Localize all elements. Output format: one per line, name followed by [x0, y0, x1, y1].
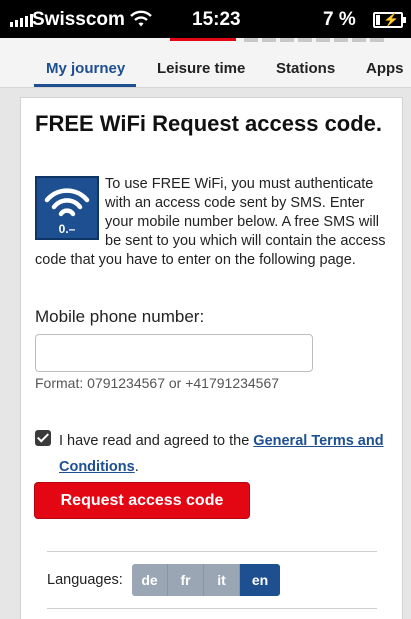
carrier-name: Swisscom [32, 9, 125, 30]
terms-checkbox[interactable] [35, 430, 51, 446]
lang-de-button[interactable]: de [132, 564, 168, 596]
nav-stations[interactable]: Stations [276, 60, 335, 77]
sbb-logo [170, 38, 236, 41]
signal-strength-icon [10, 13, 33, 27]
divider-top [47, 551, 377, 552]
battery-percent: 7 % [323, 9, 356, 30]
lang-en-button[interactable]: en [240, 564, 280, 596]
site-header-logo-strip [0, 38, 411, 50]
languages-label: Languages: [47, 572, 123, 588]
nav-active-indicator [34, 84, 136, 87]
sbb-wordmark [244, 38, 384, 42]
content-card: FREE WiFi Request access code. 0.– To us… [20, 97, 403, 619]
nav-apps[interactable]: Apps [366, 60, 404, 77]
wifi-icon [130, 10, 152, 33]
request-access-code-button[interactable]: Request access code [34, 482, 250, 519]
battery-icon: ⚡ [373, 12, 406, 28]
phone-format-hint: Format: 0791234567 or +41791234567 [35, 375, 280, 391]
language-switcher: de fr it en [132, 564, 280, 596]
terms-prefix: I have read and agreed to the [59, 433, 254, 449]
status-bar: Swisscom 15:23 7 % ⚡ [0, 0, 411, 38]
divider-bottom [47, 608, 377, 609]
nav-my-journey[interactable]: My journey [46, 60, 125, 77]
terms-agreement: I have read and agreed to the General Te… [59, 428, 385, 480]
phone-field-label: Mobile phone number: [35, 307, 205, 326]
intro-text: To use FREE WiFi, you must authenticate … [35, 175, 395, 270]
phone-screen: Swisscom 15:23 7 % ⚡ My journey Leisure … [0, 0, 411, 619]
terms-suffix: . [134, 459, 139, 475]
nav-leisure-time[interactable]: Leisure time [157, 60, 245, 77]
lang-it-button[interactable]: it [204, 564, 240, 596]
status-time: 15:23 [192, 9, 241, 30]
lang-fr-button[interactable]: fr [168, 564, 204, 596]
mobile-number-input[interactable] [35, 334, 313, 372]
page-title: FREE WiFi Request access code. [35, 111, 383, 136]
main-nav: My journey Leisure time Stations Apps [0, 50, 411, 88]
